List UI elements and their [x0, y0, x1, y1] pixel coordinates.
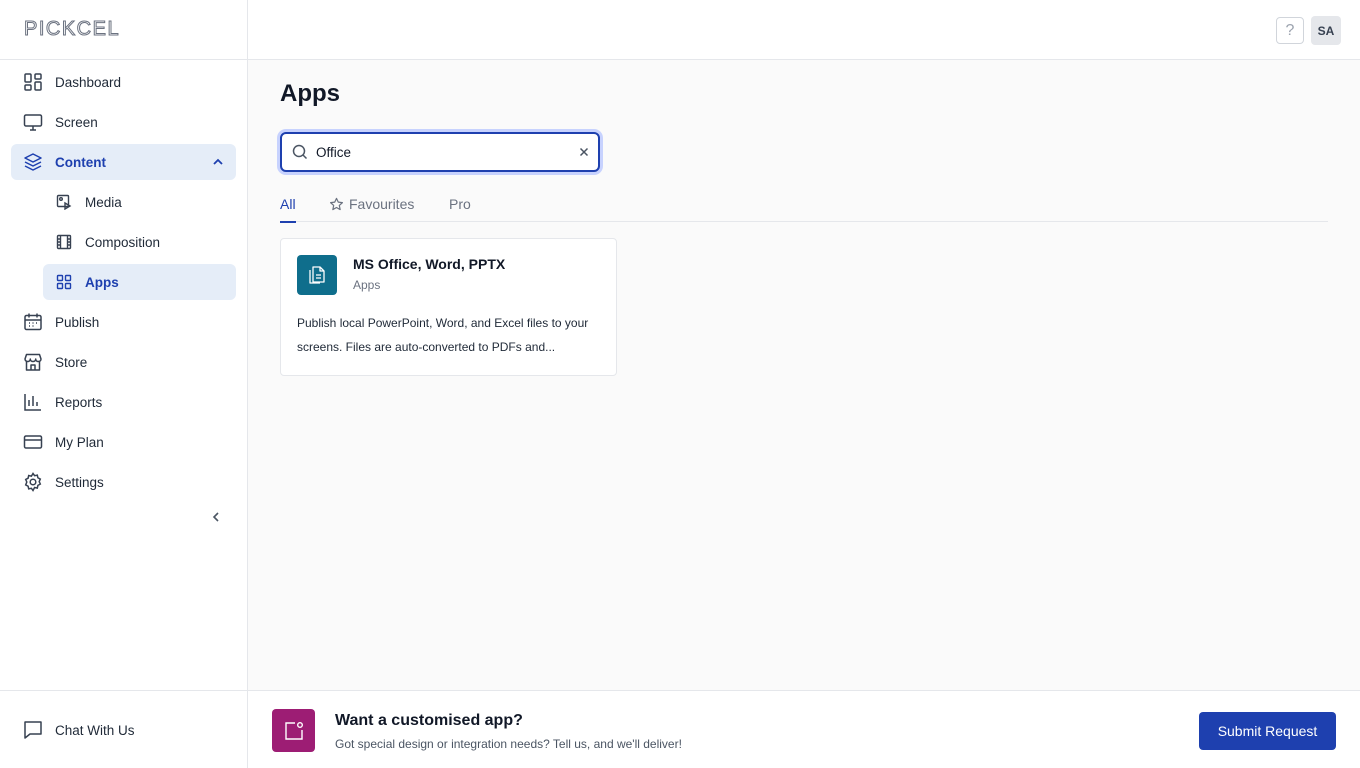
- tab-all[interactable]: All: [280, 186, 296, 223]
- sidebar-item-label: Reports: [55, 394, 103, 410]
- sidebar-item-label: Media: [85, 194, 122, 210]
- sidebar-item-label: Apps: [85, 274, 119, 290]
- tab-label: Pro: [449, 196, 471, 212]
- film-icon: [55, 233, 73, 251]
- sidebar-divider: [0, 690, 247, 691]
- sidebar-item-label: Content: [55, 154, 106, 170]
- calendar-icon: [23, 312, 43, 332]
- avatar[interactable]: SA: [1311, 16, 1341, 45]
- sidebar-item-label: Settings: [55, 474, 104, 490]
- app-card[interactable]: MS Office, Word, PPTX Apps Publish local…: [280, 238, 617, 376]
- chat-label: Chat With Us: [55, 722, 135, 738]
- search-box[interactable]: [280, 132, 600, 172]
- star-icon: [329, 197, 344, 212]
- sidebar-item-label: Dashboard: [55, 74, 122, 90]
- sidebar-item-label: Store: [55, 354, 88, 370]
- top-header: ? SA: [248, 0, 1360, 60]
- page-title: Apps: [280, 80, 340, 107]
- search-input[interactable]: [316, 144, 578, 160]
- chat-bubble-icon: [22, 719, 44, 741]
- app-card-description: Publish local PowerPoint, Word, and Exce…: [297, 316, 589, 354]
- layers-icon: [23, 152, 43, 172]
- sidebar-item-label: Screen: [55, 114, 98, 130]
- sidebar-item-store[interactable]: Store: [11, 344, 236, 380]
- app-filter-tabs: All Favourites Pro: [280, 186, 1328, 223]
- credit-card-icon: [23, 432, 43, 452]
- notification-square-icon: [272, 709, 315, 752]
- sidebar-item-label: My Plan: [55, 434, 104, 450]
- submit-request-button[interactable]: Submit Request: [1199, 712, 1336, 750]
- tab-pro[interactable]: Pro: [449, 186, 471, 222]
- search-icon: [292, 144, 308, 160]
- pickcel-logo[interactable]: PICKCEL: [24, 18, 158, 40]
- sidebar-item-screen[interactable]: Screen: [11, 104, 236, 140]
- help-button[interactable]: ?: [1276, 17, 1304, 44]
- sidebar-item-publish[interactable]: Publish: [11, 304, 236, 340]
- apps-grid-icon: [55, 273, 73, 291]
- sidebar-item-reports[interactable]: Reports: [11, 384, 236, 420]
- dashboard-icon: [23, 72, 43, 92]
- sidebar: PICKCEL Dashboard Screen Content Media C…: [0, 0, 248, 768]
- tab-favourites[interactable]: Favourites: [329, 186, 414, 222]
- tab-label: All: [280, 196, 296, 212]
- sidebar-item-composition[interactable]: Composition: [43, 224, 236, 260]
- chat-with-us-button[interactable]: Chat With Us: [22, 719, 135, 741]
- sidebar-item-label: Publish: [55, 314, 100, 330]
- store-icon: [23, 352, 43, 372]
- media-icon: [55, 193, 73, 211]
- sidebar-item-dashboard[interactable]: Dashboard: [11, 64, 236, 100]
- sidebar-item-label: Composition: [85, 234, 161, 250]
- custom-app-banner: Want a customised app? Got special desig…: [248, 690, 1360, 768]
- chevron-up-icon[interactable]: [212, 156, 224, 168]
- collapse-sidebar-button[interactable]: [206, 507, 226, 527]
- banner-title: Want a customised app?: [335, 712, 523, 729]
- bar-chart-icon: [23, 392, 43, 412]
- sidebar-item-my-plan[interactable]: My Plan: [11, 424, 236, 460]
- sidebar-item-apps[interactable]: Apps: [43, 264, 236, 300]
- sidebar-nav: Dashboard Screen Content Media Compositi…: [11, 60, 236, 500]
- banner-subtitle: Got special design or integration needs?…: [335, 737, 682, 751]
- monitor-icon: [23, 112, 43, 132]
- document-icon: [297, 255, 337, 295]
- clear-search-icon[interactable]: [578, 146, 590, 158]
- app-card-title: MS Office, Word, PPTX: [353, 256, 506, 272]
- app-card-category: Apps: [353, 278, 381, 292]
- sidebar-item-settings[interactable]: Settings: [11, 464, 236, 500]
- sidebar-item-content[interactable]: Content: [11, 144, 236, 180]
- tab-label: Favourites: [349, 196, 415, 212]
- chevron-left-icon: [210, 511, 222, 523]
- svg-text:PICKCEL: PICKCEL: [24, 18, 120, 40]
- gear-icon: [23, 472, 43, 492]
- sidebar-item-media[interactable]: Media: [43, 184, 236, 220]
